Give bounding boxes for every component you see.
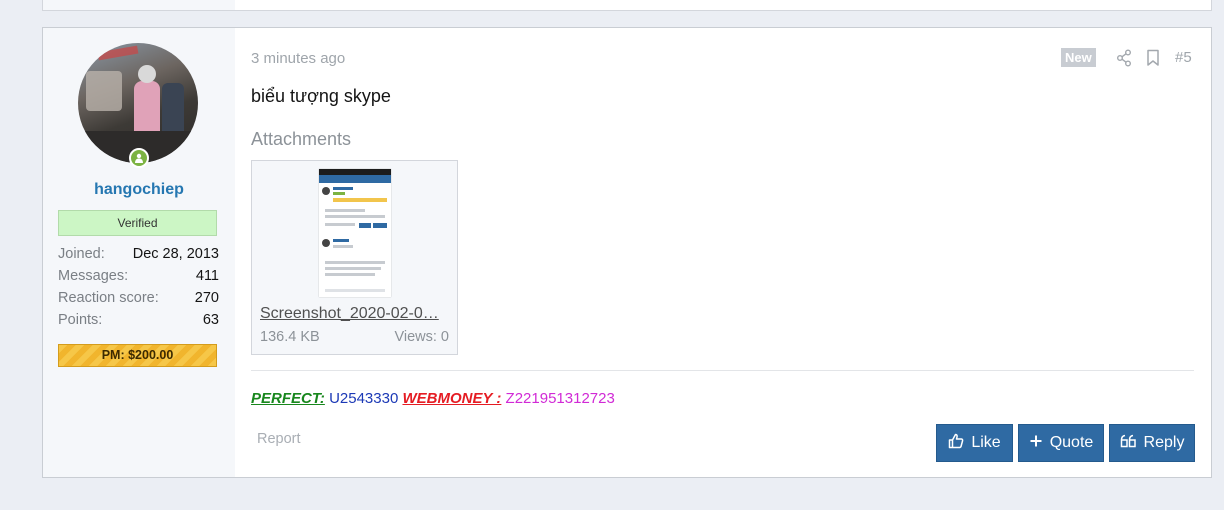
stat-joined: Joined: Dec 28, 2013 (58, 246, 219, 262)
stat-points: Points: 63 (58, 312, 219, 328)
signature-perfect-id: U2543330 (329, 390, 399, 407)
verified-banner: Verified (58, 210, 217, 236)
like-button[interactable]: Like (936, 424, 1013, 462)
signature-webmoney-label: WEBMONEY : (402, 390, 502, 407)
signature-perfect-label: PERFECT: (251, 390, 325, 407)
previous-post-user-column (43, 0, 235, 10)
user-column: hangochiep Verified Joined: Dec 28, 2013 … (43, 28, 235, 477)
post-main: 3 minutes ago New #5 biểu tượng skype At… (235, 28, 1211, 477)
attachment-views: Views: 0 (394, 329, 449, 345)
stat-messages: Messages: 411 (58, 268, 219, 284)
previous-post-bottom (42, 0, 1212, 11)
quote-label: Quote (1049, 434, 1094, 451)
user-stats: Joined: Dec 28, 2013 Messages: 411 Reactio… (58, 243, 219, 331)
report-link[interactable]: Report (257, 431, 301, 447)
like-label: Like (971, 434, 1001, 451)
post-number-link[interactable]: #5 (1175, 49, 1192, 66)
signature-divider (251, 370, 1194, 371)
attachments-heading: Attachments (251, 129, 352, 149)
post-message: biểu tượng skype (251, 86, 391, 106)
plus-icon (1029, 434, 1043, 453)
attachment-card[interactable]: Screenshot_2020-02-0… 136.4 KB Views: 0 (251, 160, 458, 355)
bookmark-icon[interactable] (1146, 49, 1160, 72)
stat-reaction-score: Reaction score: 270 (58, 290, 219, 306)
online-status-icon (129, 148, 149, 168)
avatar[interactable] (78, 43, 198, 163)
reply-label: Reply (1143, 434, 1185, 451)
pm-badge: PM: $200.00 (58, 344, 217, 367)
quote-button[interactable]: Quote (1018, 424, 1104, 462)
reply-button[interactable]: Reply (1109, 424, 1195, 462)
signature: PERFECT: U2543330 WEBMONEY : Z2219513127… (251, 390, 615, 407)
username-link[interactable]: hangochiep (43, 181, 235, 199)
new-badge: New (1061, 48, 1096, 67)
quote-mark-icon (1120, 434, 1137, 453)
thumbs-up-icon (948, 433, 964, 454)
attachment-thumbnail[interactable] (319, 169, 391, 297)
attachment-size: 136.4 KB (260, 329, 320, 345)
share-icon[interactable] (1116, 49, 1132, 72)
post-container: hangochiep Verified Joined: Dec 28, 2013 … (42, 27, 1212, 478)
post-timestamp[interactable]: 3 minutes ago (251, 50, 345, 67)
attachment-filename-link[interactable]: Screenshot_2020-02-0… (260, 305, 450, 323)
signature-webmoney-id: Z221951312723 (505, 390, 615, 407)
